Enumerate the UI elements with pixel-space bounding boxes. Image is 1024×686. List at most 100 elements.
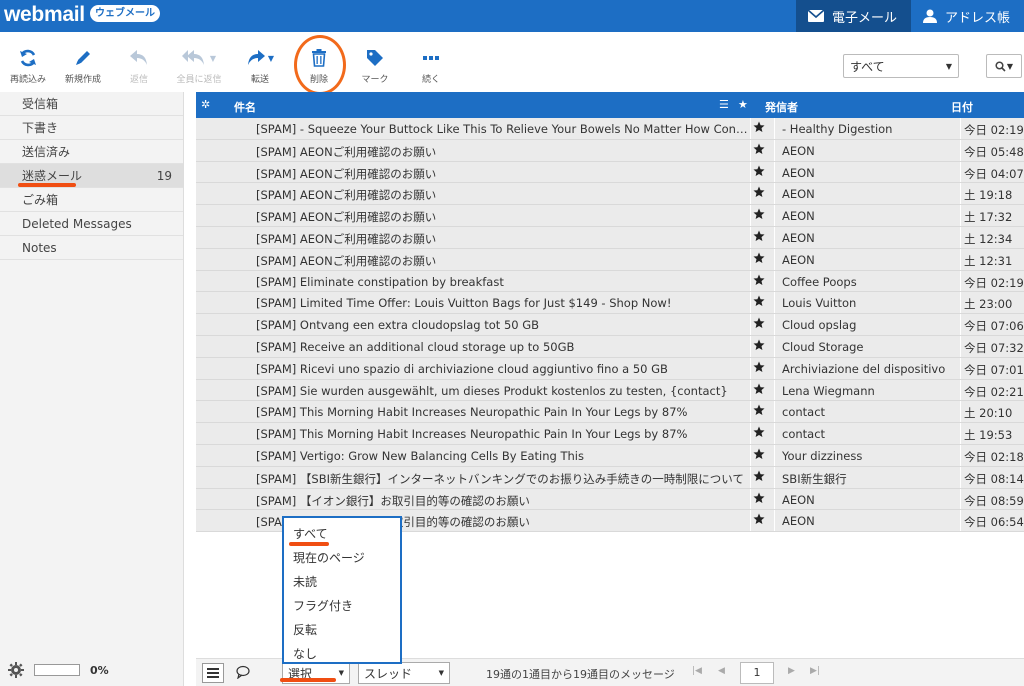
sender-column-header[interactable]: 発信者 [765,99,798,115]
column-divider [774,379,775,401]
refresh-label: 再読込み [9,75,46,85]
gear-icon[interactable] [8,662,24,678]
reply-button[interactable]: 返信 [111,46,167,85]
compose-button[interactable]: 新規作成 [55,46,111,85]
star-icon[interactable] [753,274,765,286]
quota-text: 0% [90,663,109,677]
table-row[interactable]: [SPAM] Ricevi uno spazio di archiviazion… [196,357,1024,380]
table-row[interactable]: [SPAM] AEONご利用確認のお願い AEON 土 12:31 [196,248,1024,271]
table-row[interactable]: [SPAM] - Squeeze Your Buttock Like This … [196,118,1024,140]
select-flagged-option[interactable]: フラグ付き [284,596,400,620]
list-options-gear-icon[interactable]: ✲ [201,98,210,111]
delete-button[interactable]: 削除 [291,46,347,85]
list-menu-button[interactable] [202,663,224,683]
folder-trash[interactable]: ごみ箱 [0,188,183,212]
table-row[interactable]: [SPAM] Sie wurden ausgewählt, um dieses … [196,379,1024,402]
column-divider [960,118,961,139]
table-row[interactable]: [SPAM] AEONご利用確認のお願い AEON 土 19:18 [196,183,1024,206]
folder-inbox[interactable]: 受信箱 [0,92,183,116]
table-row[interactable]: [SPAM] This Morning Habit Increases Neur… [196,401,1024,424]
more-button[interactable]: 続く [403,46,459,85]
select-invert-option[interactable]: 反転 [284,620,400,644]
star-icon[interactable] [753,339,765,351]
table-row[interactable]: [SPAM] Ontvang een extra cloudopslag tot… [196,314,1024,336]
select-all-option[interactable]: すべて [284,524,400,548]
table-row[interactable]: [SPAM] Receive an additional cloud stora… [196,335,1024,358]
star-icon[interactable] [753,361,765,373]
star-icon[interactable] [753,317,765,329]
star-icon[interactable] [753,252,765,264]
folder-sent[interactable]: 送信済み [0,140,183,164]
star-icon[interactable] [753,230,765,242]
refresh-button[interactable]: 再読込み [0,46,56,85]
star-icon[interactable] [753,404,765,416]
prev-page-icon[interactable]: ◀ [718,666,725,676]
star-icon[interactable] [753,295,765,307]
message-subject: [SPAM] Ricevi uno spazio di archiviazion… [256,361,668,376]
message-subject: [SPAM] This Morning Habit Increases Neur… [256,427,688,442]
star-icon[interactable] [753,208,765,220]
star-icon[interactable] [753,513,765,525]
mark-button[interactable]: マーク [347,46,403,85]
message-sender: Lena Wiegmann [782,383,875,398]
hamburger-icon [207,668,219,678]
message-subject: [SPAM] AEONご利用確認のお願い [256,144,437,159]
first-page-icon[interactable]: |◀ [692,666,702,676]
table-row[interactable]: [SPAM] AEONご利用確認のお願い AEON 土 17:32 [196,205,1024,227]
nav-addressbook[interactable]: アドレス帳 [911,0,1024,32]
message-date: 土 20:10 [964,406,1013,421]
folder-drafts[interactable]: 下書き [0,116,183,140]
star-icon[interactable] [753,470,765,482]
column-divider [750,423,751,444]
star-icon[interactable] [753,186,765,198]
last-page-icon[interactable]: ▶| [810,666,820,676]
table-row[interactable]: [SPAM] This Morning Habit Increases Neur… [196,423,1024,445]
message-date: 土 12:34 [964,231,1013,246]
date-column-header[interactable]: 日付 [951,99,973,115]
star-icon[interactable] [753,448,765,460]
delete-label: 削除 [309,75,328,85]
star-icon[interactable] [753,165,765,177]
nav-addressbook-label: アドレス帳 [944,10,1010,26]
column-divider [774,270,775,292]
flag-column-star-icon[interactable]: ★ [738,98,748,111]
next-page-icon[interactable]: ▶ [788,666,795,676]
message-sender: AEON [782,209,815,224]
column-divider [750,335,751,357]
reply-all-button[interactable]: ▼ 全員に返信 [171,46,227,85]
table-row[interactable]: [SPAM] 【イオン銀行】お取引目的等の確認のお願い AEON 今日 08:59 [196,488,1024,511]
forward-button[interactable]: ▼ 転送 [232,46,288,85]
table-row[interactable]: [SPAM] AEONご利用確認のお願い AEON 今日 05:48 [196,139,1024,162]
message-sender: Your dizziness [782,448,863,463]
star-icon[interactable] [753,143,765,155]
folder-junk[interactable]: 迷惑メール 19 [0,164,183,188]
folder-deleted-messages[interactable]: Deleted Messages [0,212,183,236]
star-icon[interactable] [753,426,765,438]
message-date: 土 23:00 [964,297,1013,312]
message-sender: Archiviazione del dispositivo [782,361,946,376]
top-nav: 電子メール アドレス帳 [795,0,1024,32]
nav-email[interactable]: 電子メール [795,0,911,32]
table-row[interactable]: [SPAM] Eliminate constipation by breakfa… [196,270,1024,293]
app-logo[interactable]: webmail [4,3,85,27]
table-row[interactable]: [SPAM] Limited Time Offer: Louis Vuitton… [196,292,1024,315]
table-row[interactable]: [SPAM] AEONご利用確認のお願い AEON 土 12:34 [196,226,1024,249]
star-icon[interactable] [753,492,765,504]
thread-toggle-icon[interactable]: ☰ [719,98,729,111]
select-none-option[interactable]: なし [284,644,400,668]
table-row[interactable]: [SPAM] 【SBI新生銀行】インターネットバンキングでのお振り込み手続きの一… [196,466,1024,489]
select-unread-option[interactable]: 未読 [284,572,400,596]
select-current-page-option[interactable]: 現在のページ [284,548,400,572]
table-row[interactable]: [SPAM] AEONご利用確認のお願い AEON 今日 04:07 [196,161,1024,184]
star-icon[interactable] [753,383,765,395]
subject-column-header[interactable]: 件名 [234,99,256,115]
folder-notes[interactable]: Notes [0,236,183,260]
page-number-input[interactable]: 1 [740,662,774,684]
chat-bubble-icon[interactable] [236,665,250,682]
star-icon[interactable] [753,121,765,133]
filter-select[interactable]: すべて ▼ [843,54,959,78]
search-button[interactable]: ▼ [986,54,1022,78]
table-row[interactable]: [SPAM] Vertigo: Grow New Balancing Cells… [196,444,1024,467]
mark-label: マーク [361,75,389,85]
app-badge: ウェブメール [90,5,160,22]
